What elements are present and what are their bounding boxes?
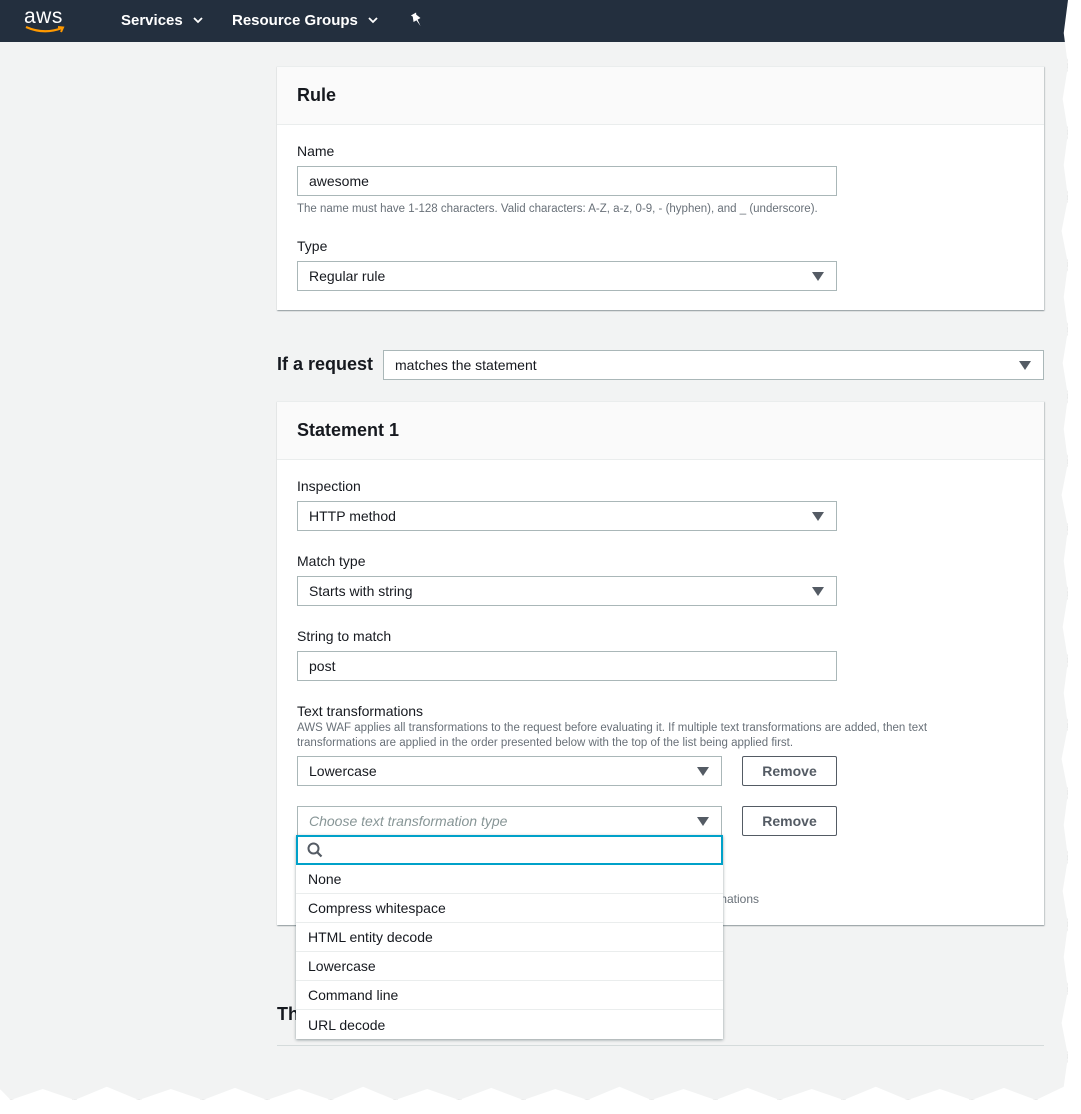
inspection-label: Inspection (297, 478, 361, 494)
caret-down-icon (812, 587, 824, 596)
name-label: Name (297, 143, 335, 159)
aws-logo[interactable]: aws (24, 5, 68, 37)
type-select[interactable]: Regular rule (297, 261, 837, 291)
match-type-label: Match type (297, 553, 366, 569)
dropdown-option[interactable]: URL decode (296, 1010, 723, 1039)
inspection-value: HTTP method (309, 508, 396, 524)
partially-hidden-text: mations (717, 892, 760, 906)
string-to-match-value: post (309, 658, 336, 674)
if-request-select[interactable]: matches the statement (383, 350, 1044, 380)
dropdown-option[interactable]: HTML entity decode (296, 923, 723, 952)
dropdown-option[interactable]: Compress whitespace (296, 894, 723, 923)
name-input-value: awesome (309, 173, 369, 189)
caret-down-icon (812, 272, 824, 281)
chevron-down-icon (193, 17, 203, 24)
transformation-1-value: Lowercase (309, 763, 377, 779)
type-label: Type (297, 238, 328, 254)
caret-down-icon (697, 817, 709, 826)
remove-transformation-1-button[interactable]: Remove (742, 756, 837, 786)
transformation-1-select[interactable]: Lowercase (297, 756, 722, 786)
services-menu[interactable]: Services (121, 12, 203, 29)
if-request-value: matches the statement (395, 357, 537, 373)
text-transformations-label: Text transformations (297, 703, 424, 719)
if-request-label: If a request (277, 354, 374, 374)
inspection-select[interactable]: HTTP method (297, 501, 837, 531)
search-icon (307, 842, 323, 858)
top-navigation-bar: aws Services Resource Groups (0, 0, 1068, 42)
match-type-value: Starts with string (309, 583, 413, 599)
transformation-2-select[interactable]: Choose text transformation type (297, 806, 722, 836)
name-input[interactable]: awesome (297, 166, 837, 196)
caret-down-icon (697, 767, 709, 776)
dropdown-option[interactable]: None (296, 865, 723, 894)
pin-icon[interactable] (409, 12, 425, 28)
transformation-2-placeholder: Choose text transformation type (309, 813, 508, 829)
text-transformations-hint: AWS WAF applies all transformations to t… (297, 722, 928, 749)
caret-down-icon (812, 512, 824, 521)
caret-down-icon (1019, 361, 1031, 370)
aws-logo-text: aws (24, 5, 63, 28)
string-to-match-label: String to match (297, 628, 392, 644)
divider (277, 1045, 1044, 1046)
services-label: Services (121, 12, 183, 29)
match-type-select[interactable]: Starts with string (297, 576, 837, 606)
resource-groups-label: Resource Groups (232, 12, 358, 29)
name-hint: The name must have 1-128 characters. Val… (297, 203, 818, 215)
chevron-down-icon (368, 17, 378, 24)
statement-panel-title: Statement 1 (277, 402, 1044, 460)
screenshot-frame: aws Services Resource Groups Rule Name a… (0, 0, 1068, 1100)
transformation-dropdown: None Compress whitespace HTML entity dec… (296, 835, 723, 1039)
dropdown-option[interactable]: Lowercase (296, 952, 723, 981)
resource-groups-menu[interactable]: Resource Groups (232, 12, 378, 29)
remove-transformation-2-button[interactable]: Remove (742, 806, 837, 836)
type-select-value: Regular rule (309, 268, 386, 284)
string-to-match-input[interactable]: post (297, 651, 837, 681)
rule-panel-title: Rule (277, 67, 1044, 125)
rule-panel: Rule Name awesome The name must have 1-1… (277, 66, 1044, 310)
dropdown-option[interactable]: Command line (296, 981, 723, 1010)
dropdown-search-input[interactable] (296, 835, 723, 865)
